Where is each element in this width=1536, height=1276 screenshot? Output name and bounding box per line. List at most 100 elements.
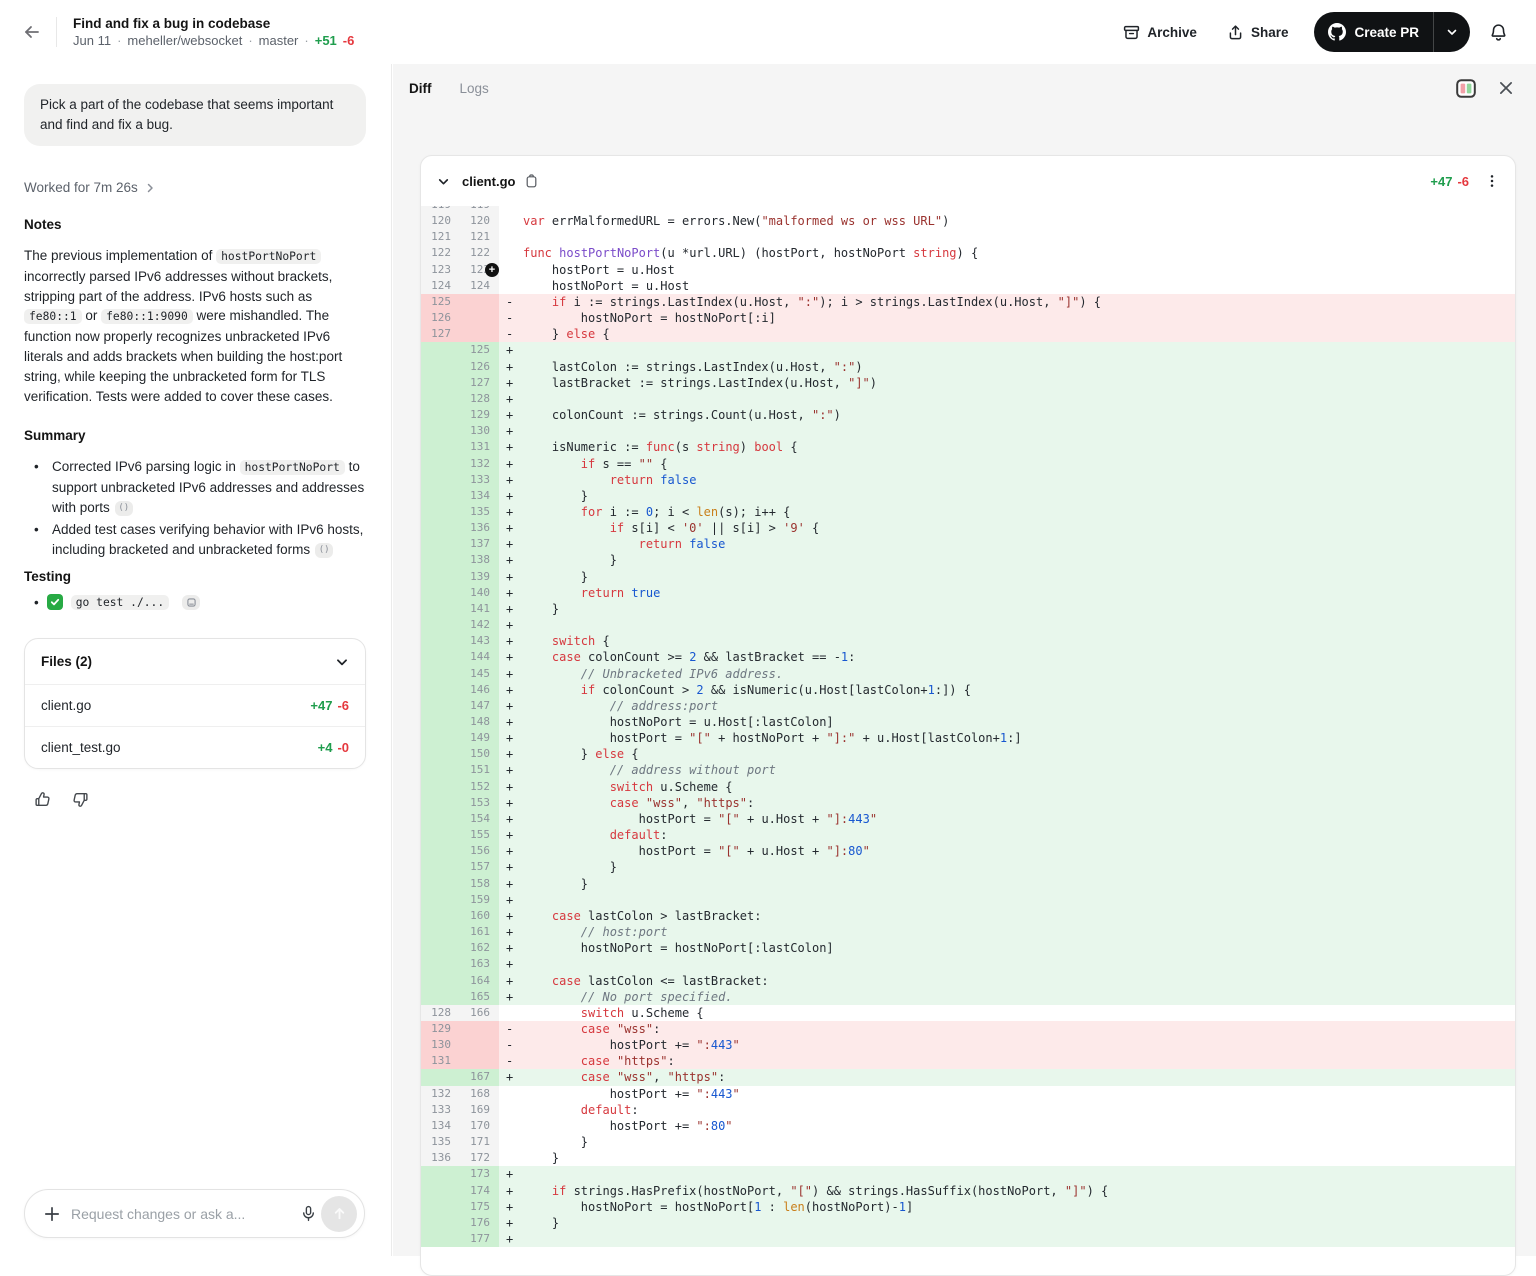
old-line-number: 119 [421, 206, 460, 213]
notifications-button[interactable] [1480, 14, 1516, 50]
code-line [523, 391, 1515, 407]
new-line-number: 159 [460, 892, 499, 908]
notes-paragraph: The previous implementation of hostPortN… [24, 246, 368, 406]
new-line-number: 147 [460, 698, 499, 714]
old-line-number [421, 617, 460, 633]
diff-file-name: client.go [462, 174, 515, 189]
new-line-number: 128 [460, 391, 499, 407]
code-line: hostNoPort = hostNoPort[:i] [523, 310, 1515, 326]
diff-row: 120120var errMalformedURL = errors.New("… [421, 213, 1515, 229]
old-line-number: 124 [421, 278, 460, 294]
split-diff-toggle[interactable] [1456, 79, 1476, 98]
archive-button[interactable]: Archive [1113, 16, 1207, 49]
thumbs-down-button[interactable] [68, 787, 92, 811]
new-line-number: 124 [460, 278, 499, 294]
diff-pane: Diff Logs client.go +47 -6 119119120120v… [393, 64, 1536, 1256]
old-line-number [421, 391, 460, 407]
old-line-number [421, 488, 460, 504]
code-ref-chip[interactable]: () [115, 501, 133, 516]
new-line-number: 177 [460, 1231, 499, 1247]
diff-row: 157+ } [421, 859, 1515, 875]
files-panel: Files (2) client.go+47-6client_test.go+4… [24, 638, 366, 769]
new-line-number: 125 [460, 342, 499, 358]
code-line: lastColon := strings.LastIndex(u.Host, "… [523, 359, 1515, 375]
add-comment-button[interactable]: + [485, 263, 499, 277]
old-line-number [421, 342, 460, 358]
file-row[interactable]: client.go+47-6 [25, 684, 365, 726]
code-line: case lastColon > lastBracket: [523, 908, 1515, 924]
diff-row: 145+ // Unbracketed IPv6 address. [421, 666, 1515, 682]
new-line-number: 140 [460, 585, 499, 601]
diff-row: 138+ } [421, 552, 1515, 568]
old-line-number [421, 779, 460, 795]
new-line-number: 150 [460, 746, 499, 762]
new-line-number: 129 [460, 407, 499, 423]
share-button[interactable]: Share [1217, 16, 1299, 49]
summary-item: Corrected IPv6 parsing logic in hostPort… [24, 457, 368, 517]
old-line-number: 131 [421, 1053, 460, 1069]
close-icon[interactable] [1498, 80, 1514, 96]
create-pr-dropdown[interactable] [1433, 12, 1470, 52]
code-line: } [523, 1215, 1515, 1231]
terminal-output-chip[interactable] [182, 595, 200, 610]
code-line: hostPort += ":80" [523, 1118, 1515, 1134]
file-name: client.go [41, 698, 91, 713]
file-row[interactable]: client_test.go+4-0 [25, 726, 365, 768]
back-button[interactable] [16, 16, 48, 48]
diff-row: 146+ if colonCount > 2 && isNumeric(u.Ho… [421, 682, 1515, 698]
new-line-number: 122 [460, 245, 499, 261]
old-line-number [421, 892, 460, 908]
code-line: hostPort = u.Host [523, 262, 1515, 278]
code-line [523, 342, 1515, 358]
mic-icon[interactable] [300, 1205, 317, 1222]
new-line-number: 142 [460, 617, 499, 633]
new-line-number: 141 [460, 601, 499, 617]
code-line: hostNoPort = hostNoPort[:lastColon] [523, 940, 1515, 956]
diff-row: 148+ hostNoPort = u.Host[:lastColon] [421, 714, 1515, 730]
code-line: } [523, 601, 1515, 617]
code-line: } [523, 569, 1515, 585]
old-line-number [421, 795, 460, 811]
new-line-number: 170 [460, 1118, 499, 1134]
chat-input[interactable] [71, 1206, 290, 1222]
old-line-number [421, 569, 460, 585]
kebab-menu-icon[interactable] [1485, 174, 1499, 188]
code-line: hostNoPort = hostNoPort[1 : len(hostNoPo… [523, 1199, 1515, 1215]
diff-row: 154+ hostPort = "[" + u.Host + "]:443" [421, 811, 1515, 827]
diff-file-header: client.go +47 -6 [421, 156, 1515, 206]
worked-for-toggle[interactable]: Worked for 7m 26s [24, 180, 367, 195]
old-line-number [421, 924, 460, 940]
old-line-number [421, 1166, 460, 1182]
old-line-number [421, 666, 460, 682]
new-line-number: 169 [460, 1102, 499, 1118]
test-command: go test ./... [71, 595, 169, 610]
diff-row: 129- case "wss": [421, 1021, 1515, 1037]
code-ref-chip[interactable]: () [315, 543, 333, 558]
thumbs-up-button[interactable] [30, 787, 54, 811]
old-line-number [421, 843, 460, 859]
copy-icon[interactable] [525, 174, 538, 188]
diff-row: 156+ hostPort = "[" + u.Host + "]:80" [421, 843, 1515, 859]
diff-row: 164+ case lastColon <= lastBracket: [421, 973, 1515, 989]
new-line-number: 130 [460, 423, 499, 439]
collapse-chevron-icon[interactable] [437, 175, 450, 188]
tab-diff[interactable]: Diff [409, 81, 432, 96]
create-pr-button[interactable]: Create PR [1314, 12, 1470, 52]
tab-logs[interactable]: Logs [460, 81, 489, 96]
code-line: return true [523, 585, 1515, 601]
new-line-number: 175 [460, 1199, 499, 1215]
old-line-number [421, 536, 460, 552]
conversation-sidebar: Pick a part of the codebase that seems i… [0, 64, 392, 1256]
code-line: switch u.Scheme { [523, 779, 1515, 795]
diff-rows: 119119120120var errMalformedURL = errors… [421, 206, 1515, 1247]
files-panel-header[interactable]: Files (2) [25, 639, 365, 684]
new-line-number: 127 [460, 375, 499, 391]
diff-row: 130+ [421, 423, 1515, 439]
code-line: if s == "" { [523, 456, 1515, 472]
diff-row: 119119 [421, 206, 1515, 213]
new-line-number: 119 [460, 206, 499, 213]
attach-plus-icon[interactable] [43, 1205, 61, 1223]
code-line: var errMalformedURL = errors.New("malfor… [523, 213, 1515, 229]
send-button[interactable] [321, 1196, 357, 1232]
inline-code-chip: hostPortNoPort [216, 249, 321, 264]
